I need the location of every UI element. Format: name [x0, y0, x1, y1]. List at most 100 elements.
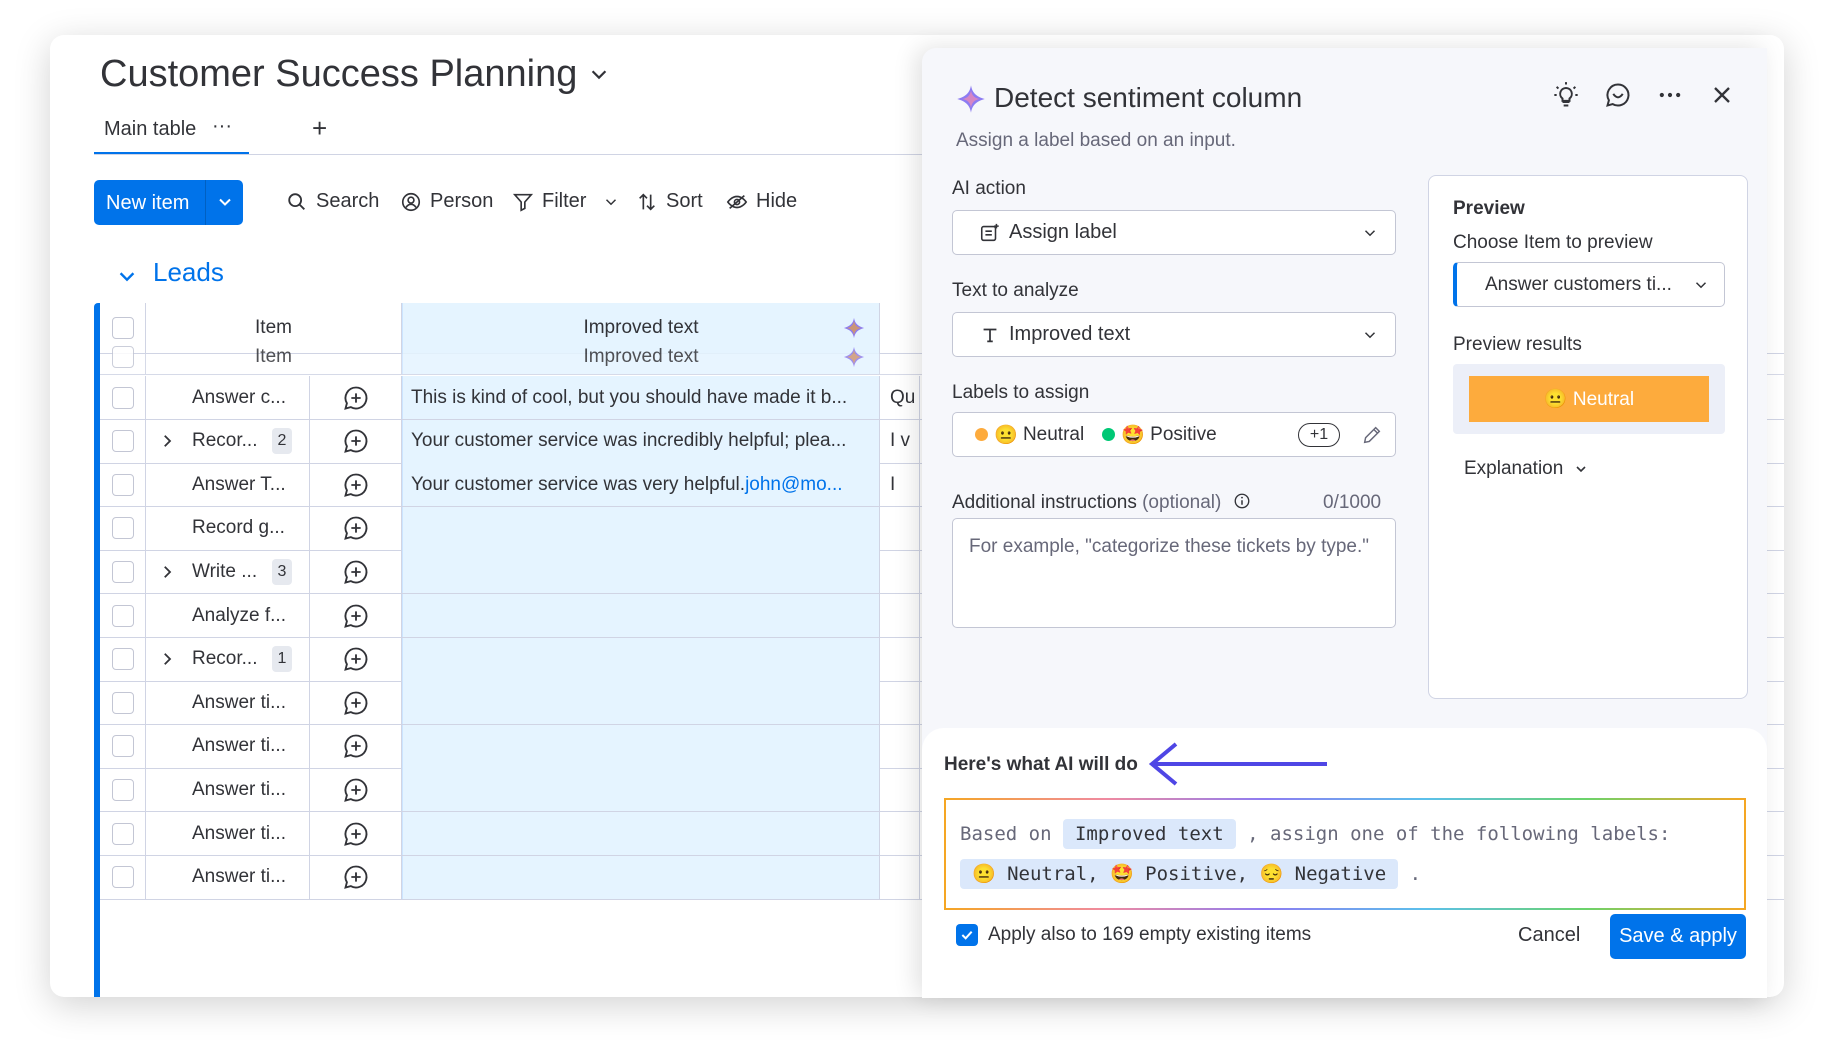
chevron-down-icon[interactable] — [215, 192, 235, 212]
improved-text-cell[interactable] — [402, 724, 880, 768]
row-checkbox-cell[interactable] — [100, 681, 146, 725]
hide-button[interactable]: Hide — [726, 190, 797, 213]
add-update-button[interactable] — [310, 594, 402, 637]
add-update-button[interactable] — [310, 506, 402, 550]
item-cell[interactable]: Recor... 2 — [146, 419, 310, 463]
save-apply-button[interactable]: Save & apply — [1610, 914, 1746, 959]
add-update-button[interactable] — [310, 463, 402, 507]
email-link[interactable]: john@mo... — [745, 474, 842, 496]
row-checkbox-cell[interactable] — [100, 419, 146, 463]
item-cell[interactable]: Answer ti... — [146, 855, 310, 899]
close-button[interactable] — [1707, 80, 1737, 110]
row-checkbox-cell[interactable] — [100, 724, 146, 768]
group-title[interactable]: Leads — [153, 257, 224, 288]
add-update-button[interactable] — [310, 637, 402, 681]
sticky-header-item[interactable]: Item — [146, 339, 402, 374]
next-column-cell[interactable]: I v — [880, 419, 920, 463]
more-button[interactable] — [1655, 80, 1685, 110]
pencil-icon[interactable] — [1361, 424, 1383, 446]
row-checkbox-cell[interactable] — [100, 812, 146, 855]
label-chip-neutral[interactable]: 😐 Neutral — [975, 423, 1084, 447]
next-column-cell[interactable] — [880, 855, 920, 899]
preview-item-select[interactable]: Answer customers ti... — [1453, 262, 1725, 307]
next-column-cell[interactable] — [880, 768, 920, 812]
improved-text-cell[interactable] — [402, 550, 880, 594]
improved-text-cell[interactable] — [402, 681, 880, 725]
row-checkbox[interactable] — [111, 517, 134, 540]
add-update-button[interactable] — [310, 550, 402, 594]
chevron-right-icon[interactable] — [158, 563, 176, 581]
next-column-cell[interactable] — [880, 724, 920, 768]
board-title[interactable]: Customer Success Planning — [100, 53, 577, 96]
add-update-button[interactable] — [310, 724, 402, 768]
next-column-cell[interactable] — [880, 812, 920, 855]
row-checkbox[interactable] — [111, 866, 134, 889]
row-checkbox[interactable] — [111, 735, 134, 758]
next-column-cell[interactable] — [880, 594, 920, 637]
add-update-button[interactable] — [310, 419, 402, 463]
improved-text-cell[interactable] — [402, 506, 880, 550]
chevron-down-icon[interactable] — [602, 193, 620, 211]
next-column-cell[interactable] — [880, 637, 920, 681]
add-update-button[interactable] — [310, 768, 402, 812]
chevron-down-icon[interactable] — [588, 63, 610, 85]
item-cell[interactable]: Analyze f... — [146, 594, 310, 637]
improved-text-cell[interactable] — [402, 855, 880, 899]
row-checkbox[interactable] — [111, 430, 134, 453]
additional-instructions-input[interactable]: For example, "categorize these tickets b… — [952, 518, 1396, 628]
item-cell[interactable]: Record g... — [146, 506, 310, 550]
item-cell[interactable]: Answer c... — [146, 376, 310, 419]
improved-text-cell[interactable]: This is kind of cool, but you should hav… — [402, 376, 880, 419]
explanation-toggle[interactable]: Explanation — [1464, 458, 1589, 480]
filter-button[interactable]: Filter — [512, 190, 620, 213]
next-column-cell[interactable] — [880, 506, 920, 550]
row-checkbox[interactable] — [111, 386, 134, 409]
sticky-checkbox-cell[interactable] — [100, 339, 146, 374]
item-cell[interactable]: Answer ti... — [146, 812, 310, 855]
add-view-button[interactable]: + — [312, 113, 327, 144]
next-column-cell[interactable]: Qu — [880, 376, 920, 419]
add-update-button[interactable] — [310, 855, 402, 899]
apply-existing-checkbox[interactable] — [956, 924, 978, 946]
row-checkbox-cell[interactable] — [100, 376, 146, 419]
improved-text-cell[interactable] — [402, 594, 880, 637]
sort-button[interactable]: Sort — [636, 190, 703, 213]
feedback-button[interactable] — [1603, 80, 1633, 110]
improved-text-cell[interactable] — [402, 637, 880, 681]
row-checkbox-cell[interactable] — [100, 506, 146, 550]
select-all-checkbox[interactable] — [111, 317, 134, 339]
chevron-right-icon[interactable] — [158, 650, 176, 668]
item-cell[interactable]: Answer ti... — [146, 724, 310, 768]
info-icon[interactable] — [1233, 492, 1251, 510]
item-cell[interactable]: Answer ti... — [146, 681, 310, 725]
row-checkbox-cell[interactable] — [100, 594, 146, 637]
item-cell[interactable]: Answer ti... — [146, 768, 310, 812]
more-labels-badge[interactable]: +1 — [1298, 423, 1340, 447]
row-checkbox-cell[interactable] — [100, 463, 146, 507]
row-checkbox[interactable] — [111, 473, 134, 496]
row-checkbox[interactable] — [111, 560, 134, 583]
row-checkbox[interactable] — [111, 604, 134, 627]
next-column-cell[interactable] — [880, 681, 920, 725]
new-item-button[interactable]: New item — [94, 180, 243, 225]
row-checkbox[interactable] — [111, 778, 134, 801]
add-update-button[interactable] — [310, 376, 402, 419]
sticky-header-improved-text[interactable]: Improved text — [402, 339, 880, 374]
item-cell[interactable]: Answer T... — [146, 463, 310, 507]
add-update-button[interactable] — [310, 681, 402, 725]
search-button[interactable]: Search — [286, 190, 379, 213]
ai-action-select[interactable]: Assign label — [952, 210, 1396, 255]
item-cell[interactable]: Recor... 1 — [146, 637, 310, 681]
next-column-cell[interactable]: I — [880, 463, 920, 507]
lightbulb-button[interactable] — [1551, 80, 1581, 110]
apply-existing-option[interactable]: Apply also to 169 empty existing items — [956, 924, 1311, 946]
text-to-analyze-select[interactable]: Improved text — [952, 312, 1396, 357]
improved-text-cell[interactable] — [402, 812, 880, 855]
row-checkbox[interactable] — [111, 822, 134, 845]
tab-more-icon[interactable]: ··· — [212, 115, 232, 138]
improved-text-cell[interactable] — [402, 768, 880, 812]
sticky-select-all-checkbox[interactable] — [111, 345, 134, 368]
row-checkbox-cell[interactable] — [100, 855, 146, 899]
improved-text-cell[interactable]: Your customer service was incredibly hel… — [402, 419, 880, 463]
item-cell[interactable]: Write ... 3 — [146, 550, 310, 594]
